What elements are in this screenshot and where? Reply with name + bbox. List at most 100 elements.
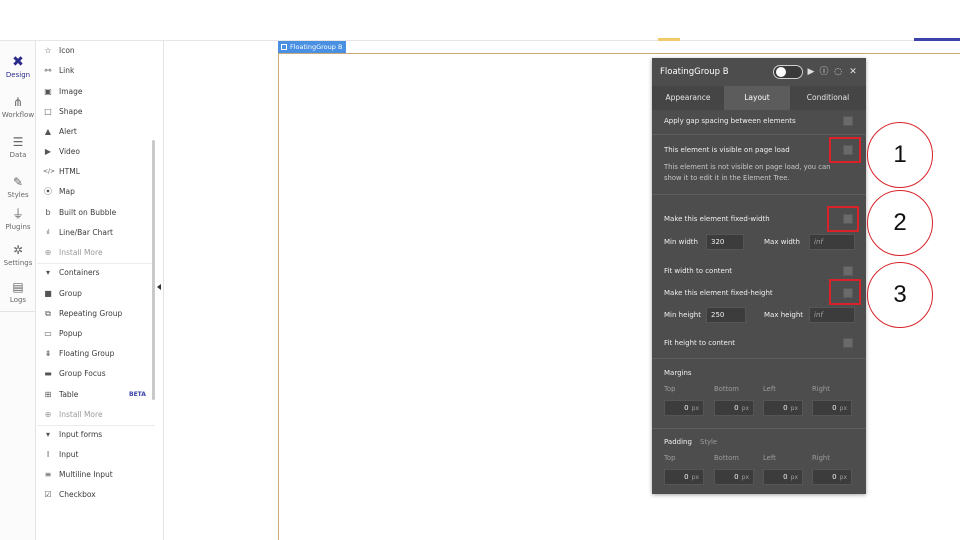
palette-item-table[interactable]: ⊞ Table BETA	[37, 385, 155, 405]
min-height-input[interactable]: 250	[706, 307, 746, 323]
palette-section-label: Input forms	[59, 430, 103, 439]
palette-item-floating-group[interactable]: ⇟ Floating Group	[37, 344, 155, 364]
palette-item-label: Image	[59, 87, 83, 96]
tab-conditional[interactable]: Conditional	[790, 86, 866, 110]
palette-item-map[interactable]: ⦿ Map	[37, 182, 155, 202]
min-height-label: Min height	[664, 311, 701, 319]
plus-circle-icon: ⊕	[44, 410, 52, 419]
fit-width-label: Fit width to content	[664, 267, 733, 275]
padding-bottom-input[interactable]: 0 px	[714, 469, 754, 485]
palette-item-label: Checkbox	[59, 490, 96, 499]
tab-layout[interactable]: Layout	[724, 86, 790, 110]
palette-item-label: Video	[59, 147, 81, 156]
max-height-input[interactable]: inf	[809, 307, 855, 323]
palette-scrollbar[interactable]	[152, 140, 155, 400]
canvas-tag-label: FloatingGroup B	[290, 43, 343, 51]
palette-item-label: Built on Bubble	[59, 208, 117, 217]
multiline-icon: ≡	[44, 470, 52, 479]
left-nav: ✖ Design ⋔ Workflow ☰ Data ✎ Styles ⏚ Pl…	[0, 41, 36, 540]
padding-top-input[interactable]: 0 px	[664, 469, 704, 485]
palette-item-icon[interactable]: ☆ Icon	[37, 41, 155, 61]
palette-item-group[interactable]: ■ Group	[37, 284, 155, 304]
padding-bottom-value: 0	[734, 473, 739, 481]
gap-spacing-checkbox[interactable]	[843, 116, 853, 126]
margin-top-input[interactable]: 0 px	[664, 400, 704, 416]
canvas-element-tag[interactable]: FloatingGroup B	[278, 41, 347, 53]
popup-icon: ▭	[44, 329, 52, 338]
nav-label: Design	[5, 71, 31, 79]
element-toggle[interactable]	[773, 65, 803, 79]
repeating-group-icon: ⧉	[45, 309, 51, 318]
max-width-label: Max width	[764, 238, 800, 246]
palette-item-checkbox[interactable]: ☑ Checkbox	[37, 485, 155, 505]
nav-settings[interactable]: ✲ Settings	[0, 237, 36, 277]
palette-item-popup[interactable]: ▭ Popup	[37, 324, 155, 344]
palette-item-label: Line/Bar Chart	[59, 228, 113, 237]
palette-item-group-focus[interactable]: ▬ Group Focus	[37, 364, 155, 384]
palette-section-input-forms[interactable]: ▾ Input forms	[37, 425, 155, 445]
caret-down-icon: ▾	[45, 430, 50, 439]
fixed-height-label: Make this element fixed-height	[664, 289, 773, 297]
nav-label: Styles	[7, 191, 29, 199]
palette-item-label: Popup	[59, 329, 83, 338]
plugins-icon: ⏚	[11, 207, 24, 221]
palette-item-built-on-bubble[interactable]: b Built on Bubble	[37, 203, 155, 223]
palette-item-shape[interactable]: □ Shape	[37, 102, 155, 122]
unit-label: px	[741, 474, 749, 481]
unit-label: px	[691, 405, 699, 412]
fit-height-label: Fit height to content	[664, 339, 736, 347]
palette-item-link[interactable]: ⚯ Link	[37, 61, 155, 81]
comment-icon[interactable]: ◌	[832, 65, 844, 79]
palette-item-label: Map	[59, 187, 75, 196]
bubble-icon: b	[45, 208, 51, 217]
min-width-input[interactable]: 320	[706, 234, 744, 250]
margin-top-label: Top	[664, 385, 676, 393]
margin-bottom-input[interactable]: 0 px	[714, 400, 754, 416]
fit-width-checkbox[interactable]	[843, 266, 853, 276]
info-icon[interactable]: ⓘ	[818, 65, 830, 79]
palette-item-html[interactable]: </> HTML	[37, 162, 155, 182]
margin-right-input[interactable]: 0 px	[812, 400, 852, 416]
margin-left-input[interactable]: 0 px	[763, 400, 803, 416]
palette-item-label: Alert	[59, 127, 77, 136]
padding-top-label: Top	[664, 454, 676, 462]
top-accent	[658, 38, 680, 41]
tab-appearance[interactable]: Appearance	[652, 86, 724, 110]
palette-section-containers[interactable]: ▾ Containers	[37, 263, 155, 283]
palette-install-more[interactable]: ⊕ Install More	[37, 405, 155, 425]
padding-right-input[interactable]: 0 px	[812, 469, 852, 485]
palette-item-repeating-group[interactable]: ⧉ Repeating Group	[37, 304, 155, 324]
nav-plugins[interactable]: ⏚ Plugins	[0, 201, 36, 241]
palette-item-chart[interactable]: ıl Line/Bar Chart	[37, 223, 155, 243]
margin-right-value: 0	[832, 404, 837, 412]
video-icon: ▶	[44, 147, 52, 156]
fit-height-checkbox[interactable]	[843, 338, 853, 348]
annotation-circle-1: 1	[867, 122, 933, 188]
padding-style-link[interactable]: Style	[700, 438, 717, 446]
palette-item-image[interactable]: ▣ Image	[37, 82, 155, 102]
close-icon[interactable]: ✕	[847, 65, 859, 79]
map-icon: ⦿	[44, 187, 52, 196]
nav-workflow[interactable]: ⋔ Workflow	[0, 89, 36, 129]
palette-install-more[interactable]: ⊕ Install More	[37, 243, 155, 263]
palette-item-label: HTML	[59, 167, 80, 176]
max-width-input[interactable]: inf	[809, 234, 855, 250]
padding-right-value: 0	[832, 473, 837, 481]
nav-logs[interactable]: ▤ Logs	[0, 274, 36, 314]
nav-design[interactable]: ✖ Design	[0, 49, 36, 89]
annotation-circle-3: 3	[867, 262, 933, 328]
play-icon[interactable]: ▶	[805, 65, 817, 79]
padding-left-input[interactable]: 0 px	[763, 469, 803, 485]
collapse-palette-icon[interactable]	[157, 284, 161, 290]
padding-bottom-label: Bottom	[714, 454, 739, 462]
palette-item-multiline-input[interactable]: ≡ Multiline Input	[37, 465, 155, 485]
nav-label: Workflow	[1, 111, 35, 119]
fixed-width-label: Make this element fixed-width	[664, 215, 770, 223]
palette-item-input[interactable]: I Input	[37, 445, 155, 465]
html-icon: </>	[43, 168, 56, 175]
palette-item-alert[interactable]: ▲ Alert	[37, 122, 155, 142]
nav-data[interactable]: ☰ Data	[0, 129, 36, 169]
nav-label: Settings	[3, 259, 33, 267]
palette-item-video[interactable]: ▶ Video	[37, 142, 155, 162]
unit-label: px	[839, 405, 847, 412]
